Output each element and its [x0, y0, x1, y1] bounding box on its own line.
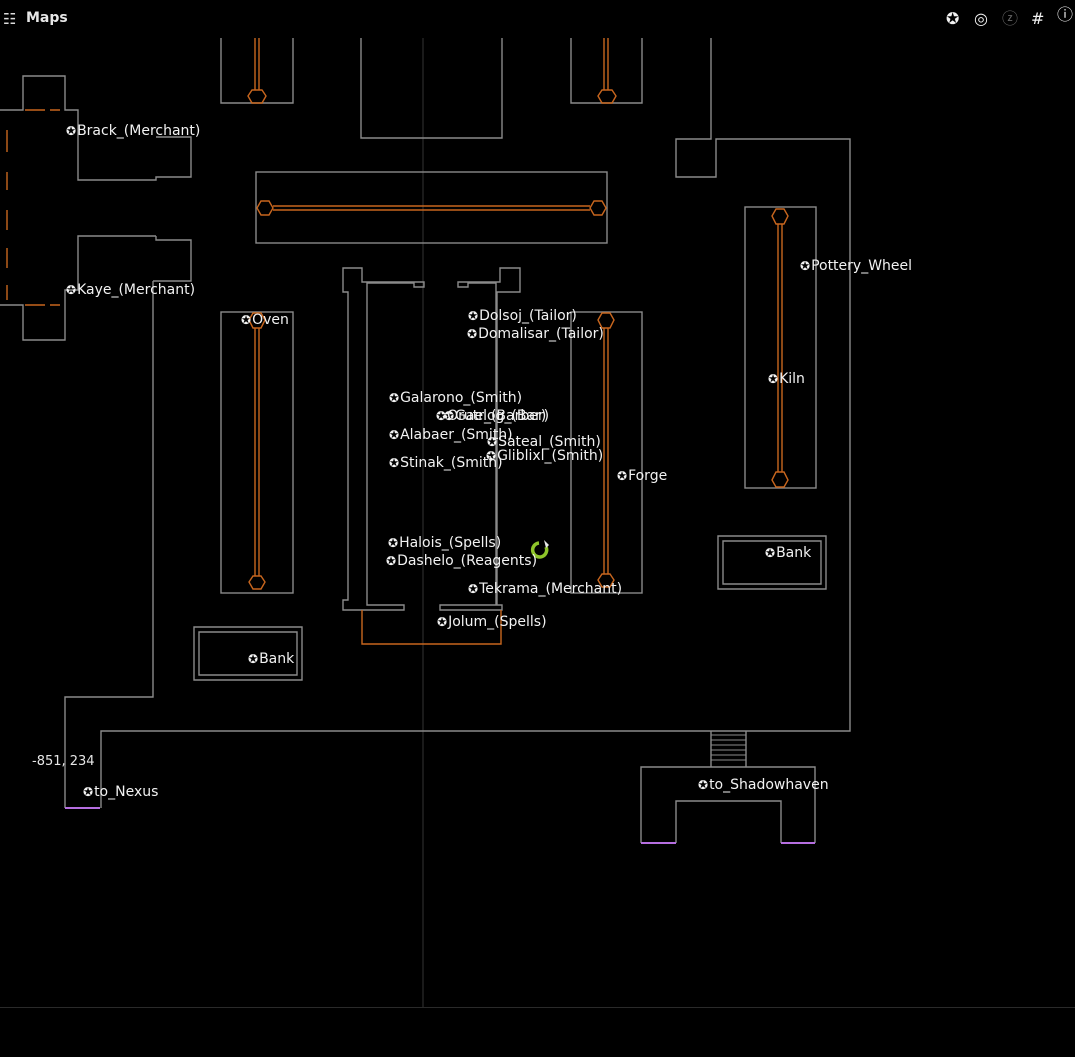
- poi-marker[interactable]: ✪Brack_(Merchant): [66, 123, 200, 139]
- poi-marker[interactable]: ✪Kaye_(Merchant): [66, 282, 195, 298]
- menu-icon[interactable]: ☷: [3, 10, 16, 28]
- poi-filter-icon[interactable]: ✪: [946, 9, 959, 29]
- poi-marker[interactable]: ✪Gliblixl_(Smith): [486, 448, 603, 464]
- poi-marker[interactable]: ✪Oven: [241, 312, 289, 328]
- poi-marker[interactable]: ✪Gaelog_(Bar): [444, 408, 546, 424]
- coordinates-readout: -851, 234: [32, 754, 95, 769]
- star-icon: ✪: [467, 327, 478, 341]
- poi-marker[interactable]: ✪to_Shadowhaven: [698, 777, 829, 793]
- poi-marker[interactable]: ✪Forge: [617, 468, 667, 484]
- info-icon[interactable]: ⓘ: [1057, 5, 1073, 25]
- star-icon: ✪: [468, 309, 479, 323]
- star-icon: ✪: [444, 409, 455, 423]
- star-icon: ✪: [389, 428, 400, 442]
- poi-marker[interactable]: ✪Domalisar_(Tailor): [467, 326, 604, 342]
- star-icon: ✪: [617, 469, 628, 483]
- star-icon: ✪: [437, 615, 448, 629]
- star-icon: ✪: [698, 778, 709, 792]
- stairs: [711, 734, 746, 761]
- poi-marker[interactable]: ✪Galarono_(Smith): [389, 390, 522, 406]
- star-icon: ✪: [386, 554, 397, 568]
- star-icon: ✪: [765, 546, 776, 560]
- map-canvas[interactable]: [0, 0, 1075, 1057]
- star-icon: ✪: [389, 456, 400, 470]
- grid-icon[interactable]: #: [1031, 9, 1044, 29]
- poi-marker[interactable]: ✪Jolum_(Spells): [437, 614, 547, 630]
- poi-marker[interactable]: ✪Pottery_Wheel: [800, 258, 912, 274]
- star-icon: ✪: [487, 435, 498, 449]
- star-icon: ✪: [83, 785, 94, 799]
- exits: [65, 807, 815, 844]
- star-icon: ✪: [388, 536, 399, 550]
- star-icon: ✪: [768, 372, 779, 386]
- target-icon[interactable]: ◎: [974, 9, 988, 29]
- poi-marker[interactable]: ✪Kiln: [768, 371, 805, 387]
- poi-marker[interactable]: ✪Dolsoj_(Tailor): [468, 308, 577, 324]
- poi-marker[interactable]: ✪Tekrama_(Merchant): [468, 581, 622, 597]
- star-icon: ✪: [66, 283, 77, 297]
- window-title: Maps: [26, 10, 68, 26]
- sleep-icon[interactable]: ⓩ: [1002, 9, 1018, 29]
- poi-marker[interactable]: ✪Halois_(Spells): [388, 535, 501, 551]
- poi-marker[interactable]: ✪Dashelo_(Reagents): [386, 553, 537, 569]
- divider: [0, 1007, 1075, 1008]
- star-icon: ✪: [468, 582, 479, 596]
- poi-marker[interactable]: ✪to_Nexus: [83, 784, 158, 800]
- poi-marker[interactable]: ✪Bank: [248, 651, 294, 667]
- star-icon: ✪: [389, 391, 400, 405]
- poi-marker[interactable]: ✪Stinak_(Smith): [389, 455, 503, 471]
- poi-marker[interactable]: ✪Bank: [765, 545, 811, 561]
- star-icon: ✪: [800, 259, 811, 273]
- star-icon: ✪: [241, 313, 252, 327]
- star-icon: ✪: [248, 652, 259, 666]
- title-bar: ☷ Maps ✪ ◎ ⓩ # ⓘ: [0, 0, 1075, 38]
- star-icon: ✪: [66, 124, 77, 138]
